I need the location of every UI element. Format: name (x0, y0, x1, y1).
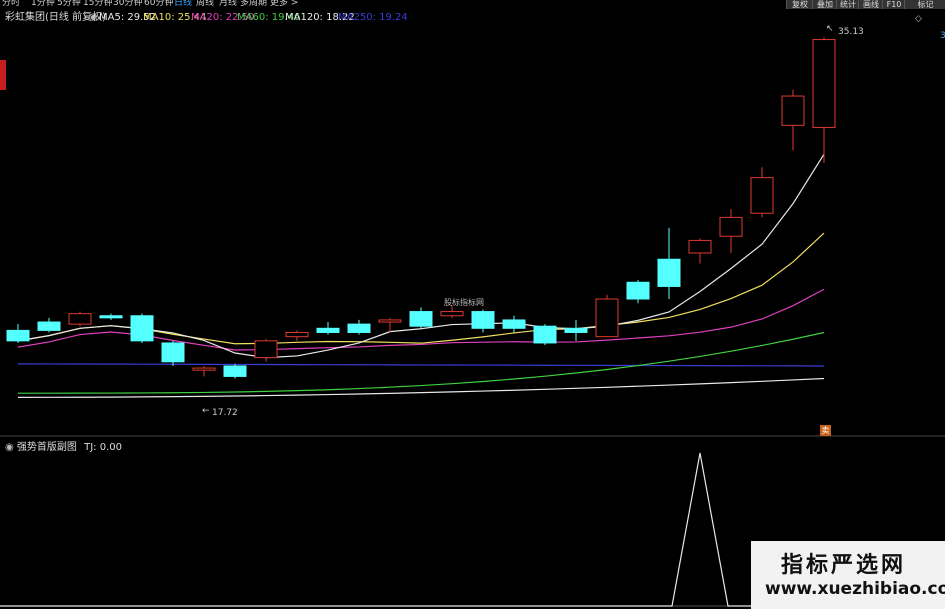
candle-down[interactable] (657, 258, 681, 287)
ma120-line (17, 377, 825, 398)
candle-up[interactable] (719, 216, 743, 237)
center-watermark: 股标指标网 (444, 298, 484, 307)
candle-up[interactable] (192, 367, 216, 371)
subchart-name[interactable]: 强势首版副图 (17, 442, 77, 453)
high-arrow-icon: ↖ (826, 24, 834, 34)
candle-down[interactable] (316, 327, 340, 333)
candle-up[interactable] (750, 177, 774, 214)
subchart-settings-icon[interactable]: ◉ (5, 442, 14, 453)
candle-down[interactable] (99, 315, 123, 319)
candle-down[interactable] (533, 325, 557, 344)
candle-down[interactable] (409, 311, 433, 327)
candle-up[interactable] (440, 311, 464, 317)
tj-value: TJ: 0.00 (84, 442, 122, 453)
candle-up[interactable] (285, 331, 309, 338)
low-arrow-icon: ← (202, 406, 210, 416)
candle-down[interactable] (223, 365, 247, 377)
low-price-label: 17.72 (212, 408, 238, 418)
candle-up[interactable] (378, 319, 402, 323)
candle-down[interactable] (37, 321, 61, 331)
candle-up[interactable] (254, 340, 278, 359)
candle-up[interactable] (688, 239, 712, 254)
candle-down[interactable] (347, 323, 371, 333)
brand-cn: 指标严选网 (781, 553, 907, 578)
high-price-label: 35.13 (838, 27, 864, 37)
brand-watermark: 指标严选网 www.xuezhibiao.com (751, 541, 945, 609)
candle-up[interactable] (68, 313, 92, 325)
candle-down[interactable] (502, 319, 526, 329)
candle-up[interactable] (781, 95, 805, 126)
candle-down[interactable] (471, 311, 495, 329)
candle-down[interactable] (564, 327, 588, 333)
candle-down[interactable] (130, 315, 154, 342)
ma250-line (17, 363, 825, 367)
candle-up[interactable] (812, 39, 836, 128)
subchart-title: ◉ 强势首版副图 TJ: 0.00 (5, 438, 122, 453)
candle-down[interactable] (6, 329, 30, 342)
candle-up[interactable] (595, 298, 619, 338)
candle-down[interactable] (161, 342, 185, 363)
brand-url: www.xuezhibiao.com (765, 579, 945, 599)
candle-down[interactable] (626, 281, 650, 300)
sell-badge[interactable]: 卖 (820, 425, 831, 436)
